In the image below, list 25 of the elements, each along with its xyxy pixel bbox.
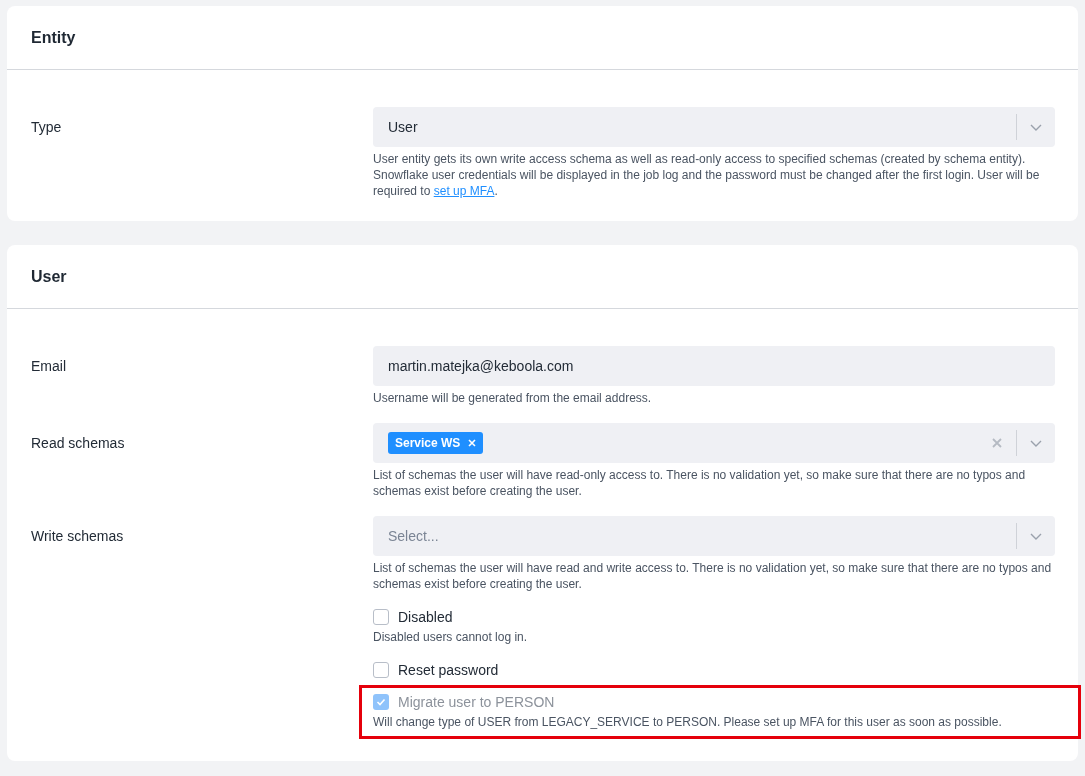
section-title: Entity xyxy=(31,28,76,47)
field-label: Type xyxy=(31,118,63,137)
remove-icon[interactable] xyxy=(468,439,477,447)
help-text: Username will be generated from the email address. xyxy=(373,390,653,406)
section-title: User xyxy=(31,267,67,286)
help-text: Disabled users cannot log in. xyxy=(373,629,529,645)
check-icon xyxy=(376,697,386,707)
help-text: Will change type of USER from LEGACY_SERVICE to PERSON. Please set up MFA for this user as soon as possible. xyxy=(373,714,1003,730)
select-field[interactable]: User xyxy=(373,107,1055,147)
schema-tag[interactable]: Service WS xyxy=(388,432,484,454)
field-label: Write schemas xyxy=(31,527,125,546)
email-field[interactable]: martin.matejka@keboola.com xyxy=(373,346,1055,386)
help-text: List of schemas the user will have read and write access to. There is no validation yet, so make sure that there are no typos and schemas exist before creating the user. xyxy=(373,560,1053,592)
select-field[interactable]: Select... xyxy=(373,516,1055,556)
field-label: Email xyxy=(31,357,67,376)
help-text: User entity gets its own write access schema as well as read-only access to specified schemas (created by schema entity). Snowflake user credentials will be displayed in the job log and the password must be changed after the first login. User will be required to set up MFA. xyxy=(373,151,1041,199)
clear-icon[interactable] xyxy=(992,438,1002,448)
checkbox-label: Reset password xyxy=(398,662,499,678)
help-text: List of schemas the user will have read-only access to. There is no validation yet, so make sure that there are no typos and schemas exist before creating the user. xyxy=(373,467,1027,499)
multi-select-field[interactable]: Service WS xyxy=(373,423,1055,463)
checkbox-label: Migrate user to PERSON xyxy=(398,694,555,710)
field-label: Read schemas xyxy=(31,434,126,453)
checkbox[interactable] xyxy=(373,662,389,678)
checkbox-label: Disabled xyxy=(398,609,453,625)
checkbox[interactable] xyxy=(373,609,389,625)
